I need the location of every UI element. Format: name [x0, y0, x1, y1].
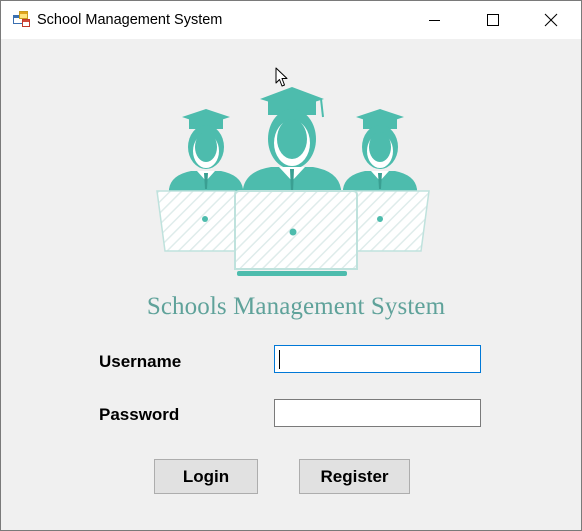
username-label: Username: [99, 352, 182, 371]
close-icon: [544, 13, 558, 27]
close-button[interactable]: [522, 1, 580, 39]
center-graduate-icon: [243, 87, 341, 205]
minimize-button[interactable]: [406, 1, 464, 39]
password-input[interactable]: [274, 399, 481, 427]
text-caret: [279, 350, 280, 369]
login-window: School Management System Schools Managem…: [0, 0, 582, 531]
left-laptop-icon: [156, 190, 244, 252]
brand-title: Schools Management System: [146, 293, 446, 320]
register-button[interactable]: Register: [299, 459, 410, 494]
username-input[interactable]: [274, 345, 481, 373]
maximize-button[interactable]: [464, 1, 522, 39]
window-title: School Management System: [37, 12, 223, 28]
title-bar[interactable]: School Management System: [1, 1, 581, 39]
password-label: Password: [99, 405, 180, 424]
login-button[interactable]: Login: [154, 459, 258, 494]
graduates-logo-icon: [156, 87, 430, 276]
center-laptop-icon: [234, 190, 358, 276]
minimize-icon: [429, 20, 440, 21]
maximize-icon: [487, 14, 499, 26]
app-icon: [13, 11, 30, 27]
